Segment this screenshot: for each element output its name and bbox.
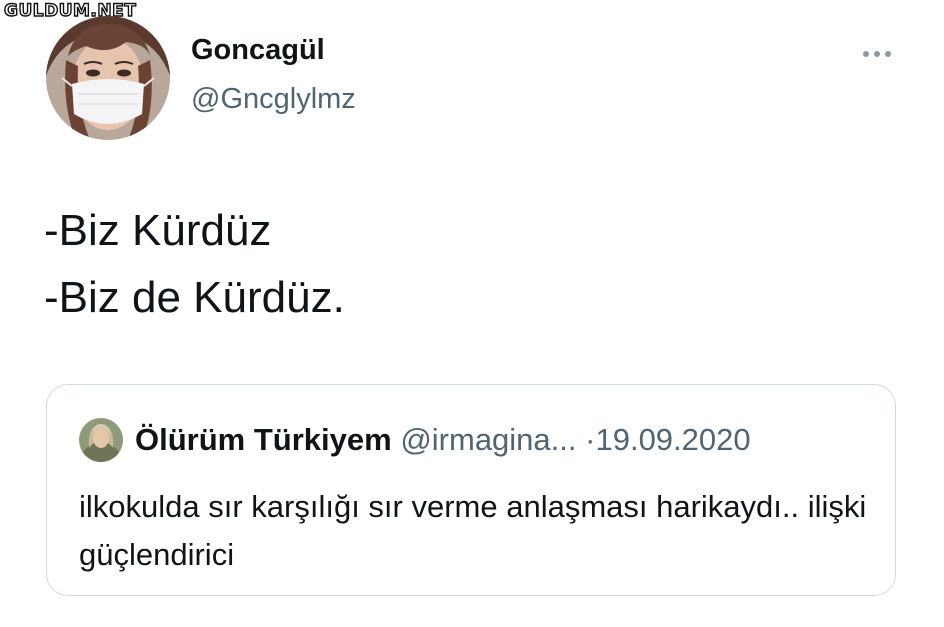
author-avatar-image	[46, 16, 170, 140]
more-horizontal-icon[interactable]	[858, 44, 898, 64]
header-separator: ·	[585, 422, 596, 457]
tweet-text: -Biz Kürdüz -Biz de Kürdüz.	[44, 197, 345, 331]
author-avatar[interactable]	[46, 16, 170, 140]
tweet-line: -Biz de Kürdüz.	[44, 273, 345, 322]
quoted-tweet-date[interactable]: 19.09.2020	[595, 422, 750, 457]
quoted-author-avatar[interactable]	[79, 418, 123, 462]
quoted-tweet-header: Ölürüm Türkiyem @irmagina... ·19.09.2020	[135, 422, 751, 458]
author-name[interactable]: Goncagül	[191, 36, 325, 65]
quoted-author-avatar-image	[79, 418, 123, 462]
author-handle[interactable]: @Gncglylmz	[191, 85, 356, 114]
quoted-author-handle[interactable]: @irmagina...	[400, 422, 576, 457]
quoted-author-name[interactable]: Ölürüm Türkiyem	[135, 422, 392, 457]
quoted-tweet-text: ilkokulda sır karşılığı sır verme anlaşm…	[79, 489, 867, 572]
quoted-tweet-card[interactable]: Ölürüm Türkiyem @irmagina... ·19.09.2020…	[46, 384, 896, 596]
tweet-line: -Biz Kürdüz	[44, 206, 272, 255]
tweet-screenshot: GULDUM.NET Goncagül @Gncglylmz -Biz Kürd…	[0, 0, 944, 627]
